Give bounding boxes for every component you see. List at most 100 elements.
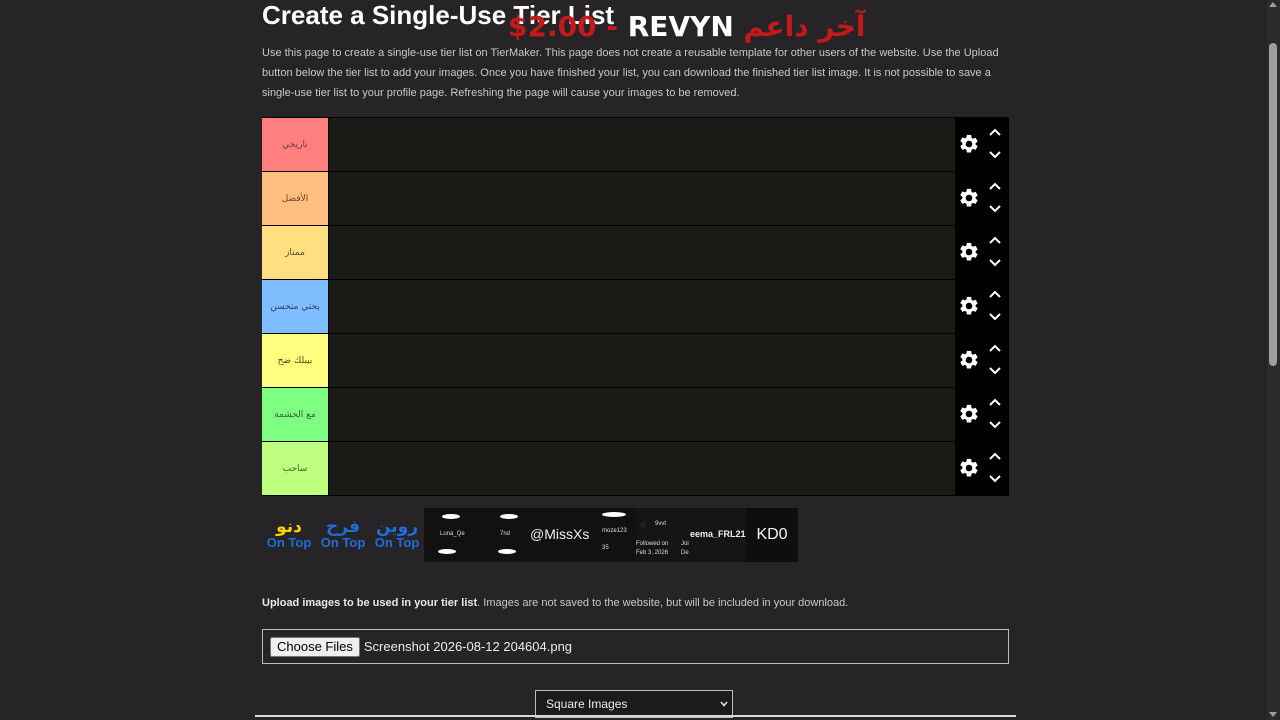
shot-text: eema_FRL21: [690, 529, 746, 539]
image-size-select[interactable]: Square Images: [535, 690, 733, 718]
avatar: [640, 522, 646, 528]
tier-dropzone[interactable]: [329, 442, 955, 495]
scroll-up-arrow-icon[interactable]: [1269, 2, 1277, 7]
shot-text: @MissXs: [530, 526, 590, 542]
tier-dropzone[interactable]: [329, 334, 955, 387]
tier-label-text: مع الحشمة: [274, 409, 316, 420]
tier-controls: [955, 280, 1009, 333]
overlay-price: $2.00 -: [508, 10, 628, 43]
tier-dropzone[interactable]: [329, 280, 955, 333]
tier-row: تاريخي: [262, 118, 1009, 172]
tier-label[interactable]: مع الحشمة: [262, 388, 329, 441]
upload-info-bold: Upload images to be used in your tier li…: [262, 597, 478, 609]
tier-dropzone[interactable]: [329, 388, 955, 441]
shot-text: Followed on: [636, 541, 669, 547]
tier-label[interactable]: الأفضل: [262, 172, 329, 225]
tier-controls: [955, 118, 1009, 171]
shot-text: Joi: [681, 541, 689, 547]
upload-info-rest: . Images are not saved to the website, b…: [477, 597, 849, 609]
chevron-up-icon[interactable]: [989, 182, 1001, 192]
tier-row: مع الحشمة: [262, 388, 1009, 442]
shot-text: moze123: [602, 528, 627, 534]
logo-sub-text: On Top: [374, 535, 420, 550]
redaction-mark: [500, 514, 518, 519]
tier-row: ممتاز: [262, 226, 1009, 280]
chevron-down-icon[interactable]: [989, 365, 1001, 375]
tier-dropzone[interactable]: [329, 118, 955, 171]
tier-dropzone[interactable]: [329, 226, 955, 279]
file-upload-field[interactable]: Choose Files Screenshot 2026-08-12 20460…: [262, 629, 1009, 664]
logo-arabic-text: روين: [375, 517, 419, 537]
image-pool: دنو On Top فرح On Top روين On Top Luna_Qe 7nd @M…: [262, 508, 798, 562]
shot-text: Luna_Qe: [440, 531, 465, 537]
tier-label-text: تاريخي: [282, 139, 308, 150]
gear-icon[interactable]: [958, 187, 980, 209]
tier-controls: [955, 172, 1009, 225]
tier-label[interactable]: ممتاز: [262, 226, 329, 279]
tier-controls: [955, 388, 1009, 441]
shot-text: 9vvt: [655, 521, 667, 527]
scroll-down-arrow-icon[interactable]: [1269, 712, 1277, 717]
overlay-arabic: آخر داعم: [733, 10, 866, 43]
redaction-mark: [498, 549, 516, 554]
pool-image-screenshot[interactable]: Luna_Qe 7nd: [424, 508, 530, 562]
shot-text: Feb 3, 2026: [636, 550, 669, 556]
page-divider: [255, 715, 1016, 717]
tier-label-text: يحتي متحسن: [270, 301, 320, 312]
tier-label-text: ممتاز: [285, 247, 305, 258]
tier-controls: [955, 334, 1009, 387]
tier-label[interactable]: بيبلك ضح: [262, 334, 329, 387]
pool-image-logo[interactable]: فرح On Top: [316, 508, 370, 562]
logo-sub-text: On Top: [320, 535, 366, 550]
chevron-up-icon[interactable]: [989, 344, 1001, 354]
chevron-up-icon[interactable]: [989, 398, 1001, 408]
shot-text: 35: [602, 545, 609, 551]
chevron-up-icon[interactable]: [989, 128, 1001, 138]
gear-icon[interactable]: [958, 457, 980, 479]
tier-label[interactable]: يحتي متحسن: [262, 280, 329, 333]
tier-dropzone[interactable]: [329, 172, 955, 225]
gear-icon[interactable]: [958, 403, 980, 425]
tier-label[interactable]: ساحب: [262, 442, 329, 495]
tier-label-text: بيبلك ضح: [277, 355, 313, 366]
tier-row: ساحب: [262, 442, 1009, 496]
chevron-down-icon: [720, 701, 728, 707]
chevron-down-icon[interactable]: [989, 257, 1001, 267]
tier-row: بيبلك ضح: [262, 334, 1009, 388]
pool-image-screenshot[interactable]: 9vvt Followed on Feb 3, 2026 Joi De eema_FRL2…: [636, 508, 746, 562]
gear-icon[interactable]: [958, 349, 980, 371]
chevron-down-icon[interactable]: [989, 203, 1001, 213]
chevron-down-icon[interactable]: [989, 311, 1001, 321]
logo-arabic-text: دنو: [276, 517, 302, 537]
chevron-down-icon[interactable]: [989, 149, 1001, 159]
redaction-mark: [438, 549, 456, 554]
tier-controls: [955, 442, 1009, 495]
redaction-mark: [442, 514, 460, 519]
tier-label-text: ساحب: [282, 463, 308, 474]
upload-info: Upload images to be used in your tier li…: [262, 597, 848, 609]
tier-row: الأفضل: [262, 172, 1009, 226]
gear-icon[interactable]: [958, 241, 980, 263]
choose-files-button[interactable]: Choose Files: [270, 636, 360, 657]
pool-image-screenshot[interactable]: @MissXs moze123 35: [530, 508, 636, 562]
chevron-down-icon[interactable]: [989, 473, 1001, 483]
shot-text: 7nd: [500, 531, 511, 537]
tier-list: تاريخي الأفضل ممتاز يحتي متحسن بيبلك ضح مع ال…: [262, 117, 1009, 496]
pool-image-logo[interactable]: دنو On Top: [262, 508, 316, 562]
gear-icon[interactable]: [958, 295, 980, 317]
tier-label[interactable]: تاريخي: [262, 118, 329, 171]
pool-image-logo[interactable]: روين On Top: [370, 508, 424, 562]
tier-row: يحتي متحسن: [262, 280, 1009, 334]
chevron-down-icon[interactable]: [989, 419, 1001, 429]
gear-icon[interactable]: [958, 133, 980, 155]
image-size-selected: Square Images: [546, 697, 628, 711]
supporter-overlay: $2.00 - REVYN آخر داعم: [508, 10, 866, 44]
pool-image-screenshot[interactable]: KD0: [746, 508, 798, 562]
scrollbar-thumb[interactable]: [1269, 43, 1277, 366]
shot-text: KD0: [756, 526, 788, 543]
chevron-up-icon[interactable]: [989, 236, 1001, 246]
tier-controls: [955, 226, 1009, 279]
chevron-up-icon[interactable]: [989, 290, 1001, 300]
chevron-up-icon[interactable]: [989, 452, 1001, 462]
overlay-name: REVYN: [627, 10, 734, 43]
